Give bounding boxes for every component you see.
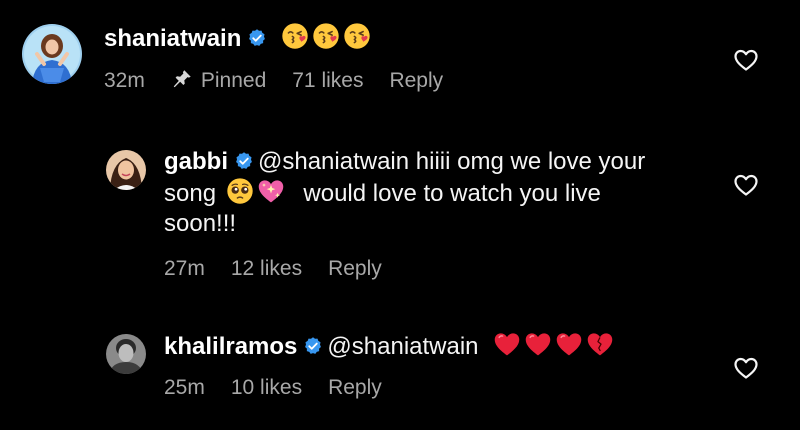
comment-meta: 27m 12 likes Reply — [164, 257, 724, 281]
mention-link[interactable]: @shaniatwain — [258, 148, 409, 175]
kissing-heart-emoji-icon — [281, 22, 309, 50]
red-heart-emoji-icon — [555, 330, 583, 358]
comment-shaniatwain: shaniatwain 32m Pinned 71 likes Reply — [0, 0, 800, 110]
comment-khalilramos: khalilramos @shaniatwain 25m 10 likes Reply — [0, 320, 800, 430]
comment-text: song — [164, 180, 217, 207]
username[interactable]: shaniatwain — [104, 25, 241, 52]
verified-badge-icon — [303, 336, 323, 356]
likes-count[interactable]: 12 likes — [231, 257, 302, 281]
avatar[interactable] — [106, 150, 146, 190]
comment-text: hiiii omg we love your — [415, 148, 646, 175]
comment-text: soon!!! — [164, 210, 237, 237]
likes-count[interactable]: 71 likes — [292, 69, 363, 93]
reply-button[interactable]: Reply — [328, 376, 382, 400]
mention-link[interactable]: @shaniatwain — [327, 333, 478, 360]
kissing-heart-emoji-icon — [312, 22, 340, 50]
avatar[interactable] — [106, 334, 146, 374]
comment-text: would love to watch you live — [303, 180, 601, 207]
mending-heart-emoji-icon — [586, 330, 614, 358]
like-heart-icon[interactable] — [733, 48, 759, 72]
like-heart-icon[interactable] — [733, 356, 759, 380]
verified-badge-icon — [247, 28, 267, 48]
username[interactable]: khalilramos — [164, 333, 297, 360]
pin-icon — [173, 70, 191, 88]
comment-gabbi: gabbi @shaniatwain hiiii omg we love your… — [0, 140, 800, 290]
reply-button[interactable]: Reply — [328, 257, 382, 281]
comment-meta: 32m Pinned 71 likes Reply — [104, 68, 469, 93]
timestamp: 27m — [164, 257, 205, 280]
likes-count[interactable]: 10 likes — [231, 376, 302, 400]
red-heart-emoji-icon — [524, 330, 552, 358]
pinned-indicator: Pinned — [171, 68, 266, 93]
red-heart-emoji-icon — [493, 330, 521, 358]
comment-meta: 25m 10 likes Reply — [164, 376, 614, 400]
timestamp: 25m — [164, 376, 205, 399]
username[interactable]: gabbi — [164, 148, 228, 175]
verified-badge-icon — [234, 151, 254, 171]
reply-button[interactable]: Reply — [389, 69, 443, 93]
avatar[interactable] — [22, 24, 82, 84]
kissing-heart-emoji-icon — [343, 22, 371, 50]
like-heart-icon[interactable] — [733, 173, 759, 197]
pinned-label: Pinned — [200, 69, 267, 92]
sparkling-heart-emoji-icon — [257, 177, 285, 205]
timestamp: 32m — [104, 69, 145, 92]
pleading-face-emoji-icon — [226, 177, 254, 205]
